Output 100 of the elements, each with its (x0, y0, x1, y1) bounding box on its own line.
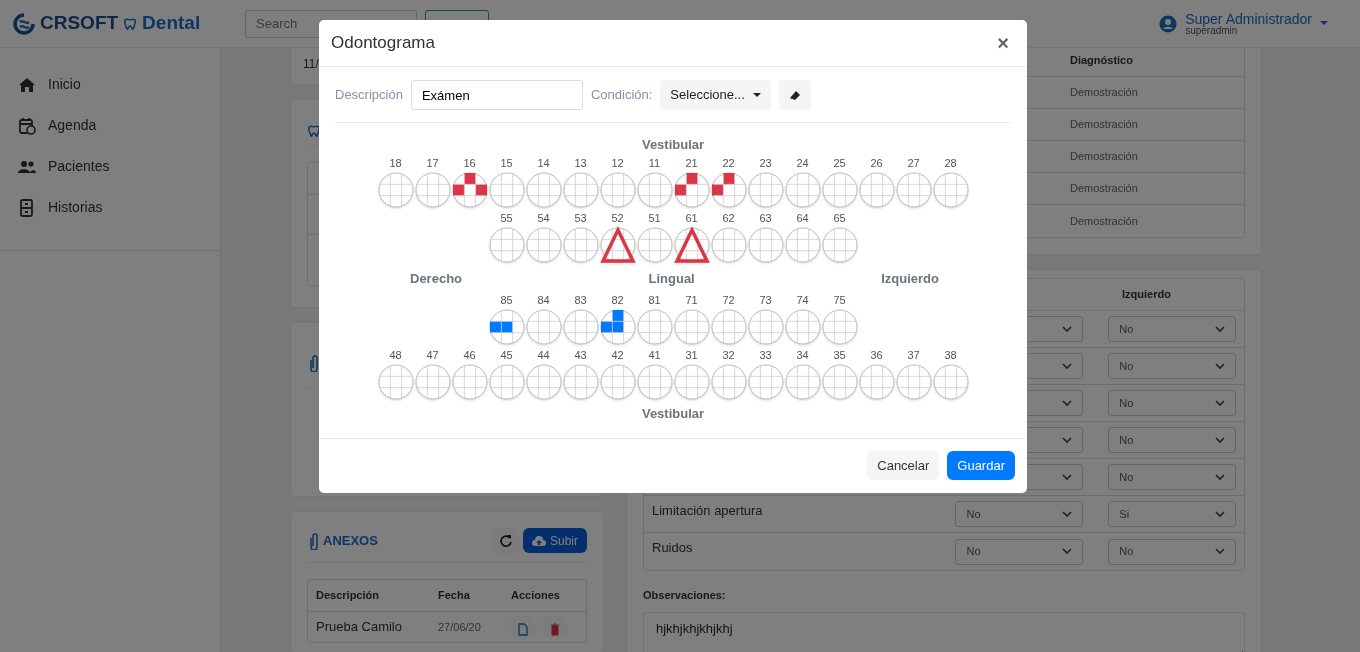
chevron-icon (1215, 362, 1225, 370)
sidebar-item[interactable]: Pacientes (0, 146, 220, 187)
observations-field[interactable]: hjkhjkhjkhjkhj (643, 611, 1245, 652)
table-cell-text: Demostración (1070, 85, 1138, 101)
chevron-icon (1062, 473, 1073, 481)
modal-title: Odontograma (331, 32, 435, 55)
tooth-number: 43 (574, 349, 587, 362)
section-label: Izquierdo (881, 269, 939, 288)
tooth-number: 55 (500, 211, 513, 225)
file-icon (518, 623, 528, 637)
chevron-icon (1062, 548, 1073, 555)
tooth-number: 18 (389, 156, 402, 170)
sidebar-item[interactable]: Agenda (0, 105, 220, 146)
select-field[interactable]: No (1108, 390, 1236, 416)
refresh-icon (499, 534, 513, 548)
section-label: Vestibular (641, 405, 705, 423)
table-cell-text: Demostración (1070, 213, 1138, 229)
cabinet-icon (18, 198, 36, 217)
tooth-number: 72 (722, 294, 735, 307)
tooth-number: 62 (722, 211, 735, 225)
upload-button[interactable]: Subir (523, 528, 587, 554)
column-header: Acciones (511, 588, 560, 604)
select-field[interactable]: No (1108, 316, 1236, 342)
tooth-number: 34 (796, 349, 809, 362)
brand-name[interactable]: CRSOFT (40, 9, 119, 38)
tooth-drawing[interactable] (451, 171, 488, 208)
user-name[interactable]: Super Administrador (1185, 11, 1312, 26)
chevron-icon (1215, 473, 1225, 481)
calendar-icon (18, 116, 36, 135)
select-field[interactable]: No (955, 538, 1084, 565)
caret-icon[interactable] (1320, 21, 1328, 26)
tooth-number: 26 (870, 156, 883, 170)
tooth-number: 63 (759, 211, 772, 225)
select-field[interactable]: No (1108, 538, 1236, 565)
column-header: Diagnóstico (1070, 53, 1133, 69)
table-cell-text: Prueba Camilo (316, 618, 403, 637)
tooth-drawing[interactable] (673, 171, 710, 208)
tooth-number: 15 (500, 156, 513, 170)
tooth-number: 38 (944, 349, 957, 362)
chevron-icon (1215, 399, 1225, 407)
table-cell-text: Demostración (1070, 117, 1138, 133)
tooth-number: 42 (611, 349, 624, 362)
tooth-number: 81 (648, 294, 661, 307)
tooth-number: 73 (759, 294, 772, 307)
tooth-number: 31 (685, 349, 698, 362)
tooth-number: 74 (796, 294, 809, 307)
tooth-drawing[interactable] (673, 226, 710, 263)
row-label: Ruidos (652, 540, 693, 555)
tooth-number: 48 (389, 349, 402, 362)
select-field[interactable]: No (955, 501, 1084, 527)
tooth-number: 54 (537, 211, 550, 225)
logo-icon[interactable] (12, 11, 36, 36)
tooth-number: 11 (648, 156, 661, 170)
eraser-icon (788, 89, 801, 101)
description-field[interactable]: Exámen (410, 80, 583, 110)
close-button[interactable]: × (991, 28, 1015, 58)
brand-suffix[interactable]: Dental (142, 9, 201, 38)
tooth-number: 17 (426, 156, 439, 170)
tooth-number: 16 (463, 156, 476, 170)
select-field[interactable]: No (1108, 464, 1236, 490)
select-field[interactable]: Si (1108, 501, 1236, 527)
tooth-number: 35 (833, 349, 846, 362)
condition-dropdown[interactable]: Seleccione... (660, 80, 771, 110)
tooth-number: 52 (611, 211, 624, 225)
chevron-icon (1062, 399, 1073, 407)
save-button[interactable]: Guardar (947, 451, 1015, 480)
trash-icon (550, 623, 560, 637)
tooth-icon (307, 123, 321, 138)
sidebar-item[interactable]: Historias (0, 187, 220, 228)
select-field[interactable]: No (1108, 427, 1236, 453)
column-header: Izquierdo (1122, 287, 1171, 303)
user-username: superadmin (1185, 25, 1239, 36)
tooth-number: 44 (537, 349, 550, 362)
tooth-number: 25 (833, 156, 846, 170)
home-icon (18, 75, 36, 94)
tooth-number: 27 (907, 156, 920, 170)
eraser-button[interactable] (778, 80, 811, 110)
section-label: Vestibular (641, 136, 705, 154)
select-field[interactable]: No (1108, 353, 1236, 379)
table-cell-text: 27/06/20 (438, 619, 482, 635)
cancel-button[interactable]: Cancelar (867, 451, 940, 480)
caret-icon (752, 92, 761, 98)
tooth-number: 64 (796, 211, 809, 225)
tooth-drawing[interactable] (710, 171, 747, 208)
tooth-number: 33 (759, 349, 772, 362)
tooth-drawing[interactable] (599, 309, 636, 345)
field-label: Descripción (335, 86, 403, 105)
chevron-icon (1215, 510, 1225, 518)
tooth-icon (122, 15, 139, 32)
tooth-drawing[interactable] (599, 226, 636, 263)
tooth-number: 23 (759, 156, 772, 170)
sidebar-item[interactable]: Inicio (0, 64, 220, 105)
row-label: Limitación apertura (652, 503, 763, 518)
user-avatar-icon (1159, 14, 1178, 33)
tooth-drawing[interactable] (488, 309, 525, 345)
date-text: 11/ (303, 56, 319, 74)
tooth-number: 51 (648, 211, 661, 225)
field-label: Observaciones: (643, 588, 727, 603)
tooth-number: 85 (500, 294, 513, 307)
tooth-number: 28 (944, 156, 957, 170)
